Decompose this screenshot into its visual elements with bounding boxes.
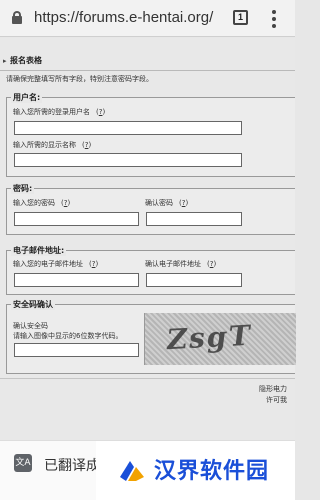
confirm-email-input[interactable] <box>146 273 242 287</box>
divider <box>0 70 295 71</box>
captcha-fieldset: 安全码确认 确认安全码 请输入图像中显示的6位数字代码。 ZsgT <box>6 299 296 374</box>
help-link[interactable]: ? <box>182 199 186 207</box>
display-name-label: 输入所需的显示名称 (?) <box>13 141 92 149</box>
email-input[interactable] <box>14 273 139 287</box>
watermark-logo-icon <box>120 461 144 481</box>
password-fieldset: 密码: 输入您的密码 (?) 确认密码 (?) <box>6 183 295 235</box>
section-title: 报名表格 <box>0 52 295 70</box>
email-legend: 电子邮件地址: <box>11 245 67 256</box>
confirm-password-label: 确认密码 (?) <box>145 199 189 207</box>
tab-switcher-button[interactable]: 1 <box>233 10 248 25</box>
password-label: 输入您的密码 (?) <box>13 199 71 207</box>
email-fieldset: 电子邮件地址: 输入您的电子邮件地址 (?) 确认电子邮件地址 (?) <box>6 245 295 295</box>
translate-status[interactable]: 已翻译成 <box>44 455 100 475</box>
footer-note: 许可我 <box>266 396 287 404</box>
page-content: 报名表格 请确保完整填写所有字段，特别注意密码字段。 用户名: 输入您所需的登录… <box>0 38 296 440</box>
lock-icon[interactable] <box>12 11 22 24</box>
display-name-input[interactable] <box>14 153 242 167</box>
password-input[interactable] <box>14 212 139 226</box>
username-fieldset: 用户名: 输入您所需的登录用户名 (?) 输入所需的显示名称 (?) <box>6 92 295 177</box>
translate-bar: 文A 已翻译成 汉界软件园 <box>0 440 295 500</box>
watermark: 汉界软件园 <box>96 441 295 500</box>
captcha-image: ZsgT <box>144 313 296 365</box>
captcha-instructions: 请输入图像中显示的6位数字代码。 <box>13 332 123 340</box>
username-legend: 用户名: <box>11 92 43 103</box>
login-username-input[interactable] <box>14 121 242 135</box>
form-warning: 请确保完整填写所有字段，特别注意密码字段。 <box>6 75 153 83</box>
divider <box>0 378 295 379</box>
translate-icon[interactable]: 文A <box>14 454 32 472</box>
browser-toolbar: https://forums.e-hentai.org/ir 1 <box>0 0 295 37</box>
captcha-code: ZsgT <box>164 318 254 357</box>
captcha-label: 确认安全码 <box>13 322 48 330</box>
password-legend: 密码: <box>11 183 35 194</box>
help-link[interactable]: ? <box>85 141 89 149</box>
help-link[interactable]: ? <box>92 260 96 268</box>
footer-note: 隐形电力 <box>259 385 287 393</box>
address-bar[interactable]: https://forums.e-hentai.org/ir <box>34 9 214 26</box>
captcha-legend: 安全码确认 <box>11 299 55 310</box>
help-link[interactable]: ? <box>64 199 68 207</box>
confirm-email-label: 确认电子邮件地址 (?) <box>145 260 217 268</box>
confirm-password-input[interactable] <box>146 212 242 226</box>
help-link[interactable]: ? <box>210 260 214 268</box>
help-link[interactable]: ? <box>99 108 103 116</box>
watermark-text: 汉界软件园 <box>154 459 270 484</box>
email-label: 输入您的电子邮件地址 (?) <box>13 260 99 268</box>
login-username-label: 输入您所需的登录用户名 (?) <box>13 108 106 116</box>
more-menu-icon[interactable] <box>268 10 280 28</box>
captcha-input[interactable] <box>14 343 139 357</box>
